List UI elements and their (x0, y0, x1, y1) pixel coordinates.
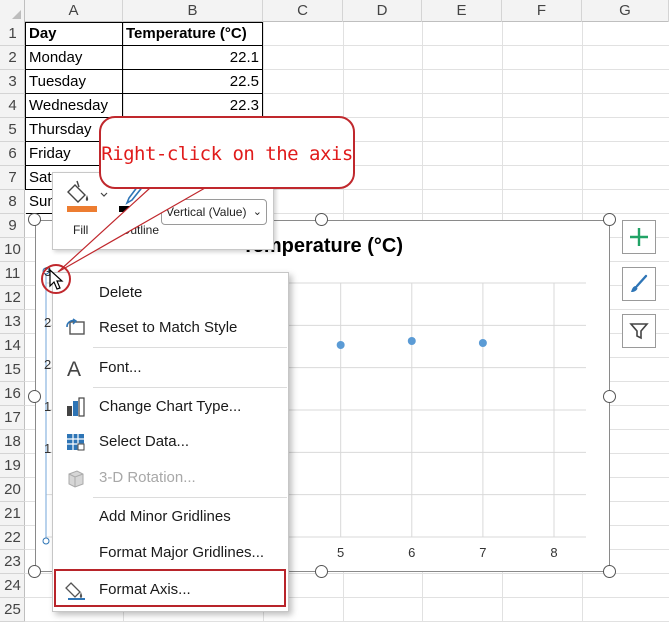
reset-style-icon (66, 318, 85, 335)
context-menu: Delete Reset to Match Style A Font... Ch… (52, 272, 289, 612)
menu-separator (93, 347, 287, 348)
menu-item-delete[interactable]: Delete (53, 278, 288, 308)
callout-text: Right-click on the axis (101, 143, 353, 165)
menu-item-select-data[interactable]: Select Data... (53, 427, 288, 457)
mouse-pointer-icon (49, 269, 64, 290)
menu-separator (93, 497, 287, 498)
font-icon: A (67, 358, 81, 378)
menu-item-format-major-gridlines[interactable]: Format Major Gridlines... (53, 538, 288, 568)
svg-text:A: A (67, 358, 81, 378)
menu-separator (93, 387, 287, 388)
menu-item-font[interactable]: A Font... (53, 353, 288, 383)
menu-item-change-chart-type[interactable]: Change Chart Type... (53, 392, 288, 422)
bar-chart-icon (67, 397, 85, 417)
menu-item-add-minor-gridlines[interactable]: Add Minor Gridlines (53, 502, 288, 532)
cube-rotation-icon (68, 470, 84, 488)
menu-item-3d-rotation[interactable]: 3-D Rotation... (53, 463, 288, 493)
instruction-callout: Right-click on the axis (99, 116, 355, 189)
select-data-icon (67, 434, 85, 451)
menu-item-reset-to-match-style[interactable]: Reset to Match Style (53, 313, 288, 343)
format-axis-highlight (54, 569, 286, 607)
